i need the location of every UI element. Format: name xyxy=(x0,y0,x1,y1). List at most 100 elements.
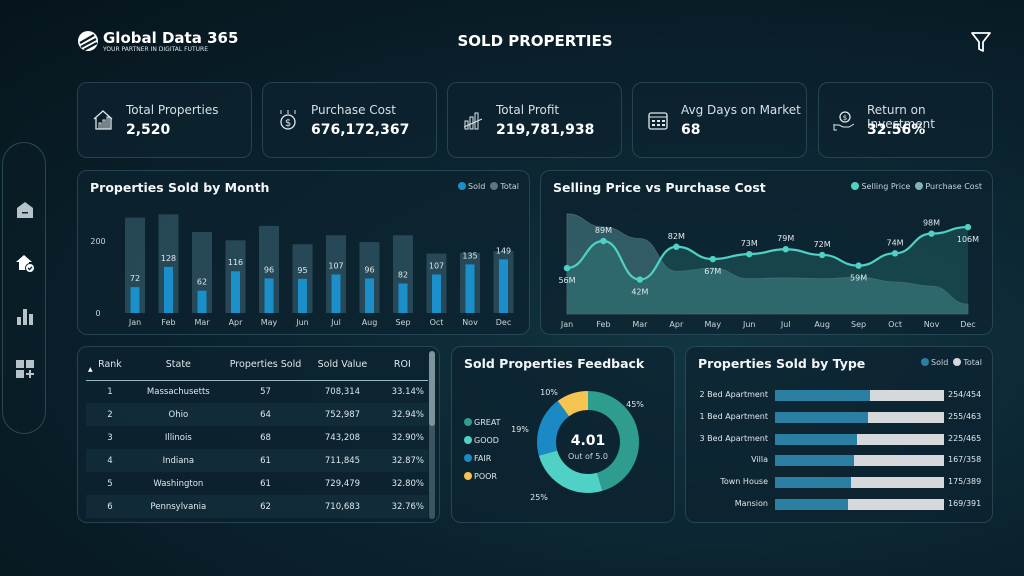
home-check-icon[interactable] xyxy=(15,253,35,273)
kpi-value: 2,520 xyxy=(126,122,171,138)
table-row[interactable]: 4 Indiana 61 711,845 32.87% xyxy=(86,449,428,472)
type-bar-total[interactable] xyxy=(775,477,944,489)
sidebar-nav xyxy=(2,142,46,434)
cell-state: Indiana xyxy=(133,449,223,472)
chart-title: Properties Sold by Type xyxy=(698,356,866,371)
selling-point-Jun[interactable] xyxy=(746,250,753,258)
table-row[interactable]: 3 Illinois 68 743,208 32.90% xyxy=(86,426,428,449)
data-label: 79M xyxy=(777,234,794,243)
state-ranking-table-panel: Rank State Properties Sold Sold Value ROI 1 M… xyxy=(77,346,440,523)
chart-legend: Sold Total xyxy=(921,358,982,367)
kpi-value: 68 xyxy=(681,122,701,138)
feedback-panel: Sold Properties Feedback 45% 25% 19% 10% GRE… xyxy=(451,346,675,523)
cell-rank: 5 xyxy=(107,478,113,489)
type-value: 169/391 xyxy=(948,499,982,508)
x-tick-label: Sep xyxy=(851,320,866,329)
bar-sold-Dec[interactable] xyxy=(499,259,508,313)
x-tick-label: Sep xyxy=(395,318,410,327)
x-tick-label: Jun xyxy=(295,318,309,327)
type-bar-sold xyxy=(775,390,870,401)
bar-sold-Feb[interactable] xyxy=(164,266,173,313)
sort-ascending-icon[interactable]: ▲ xyxy=(88,366,93,373)
bar-sold-Jun[interactable] xyxy=(298,278,307,313)
cell-rank: 2 xyxy=(86,403,134,426)
selling-point-Aug[interactable] xyxy=(818,251,826,259)
selling-point-Nov[interactable] xyxy=(928,230,935,237)
column-header-rank[interactable]: Rank xyxy=(86,350,134,381)
x-tick-label: May xyxy=(261,318,278,327)
selling-point-Oct[interactable] xyxy=(891,250,899,257)
bar-sold-Sep[interactable] xyxy=(398,283,408,313)
data-label: 96 xyxy=(364,265,374,274)
x-tick-label: Jan xyxy=(128,318,141,327)
y-tick-label: 0 xyxy=(95,309,100,318)
area-line-chart: 56M Jan 89M Feb 42M Mar 82M Apr 67M May 73M Jun 79M J… xyxy=(558,213,979,329)
bar-sold-Jul[interactable] xyxy=(331,274,341,313)
data-label: 107 xyxy=(328,261,343,270)
cell-roi: 32.87% xyxy=(376,449,428,472)
data-label: 67M xyxy=(704,267,721,276)
selling-point-Sep[interactable] xyxy=(855,262,862,269)
column-header-state[interactable]: State xyxy=(133,350,223,381)
x-tick-label: Dec xyxy=(496,318,511,327)
selling-point-Dec[interactable] xyxy=(964,223,972,231)
column-header-roi[interactable]: ROI xyxy=(376,350,428,381)
x-tick-label: Oct xyxy=(430,318,444,327)
bar-sold-Aug[interactable] xyxy=(365,278,374,313)
table-row[interactable]: 6 Pennsylvania 62 710,683 32.76% xyxy=(86,495,428,518)
x-tick-label: Aug xyxy=(814,320,830,329)
type-bar-total[interactable] xyxy=(775,433,944,445)
type-value: 225/465 xyxy=(948,433,982,443)
home-icon[interactable] xyxy=(15,200,35,220)
data-label: 74M xyxy=(887,238,904,247)
x-tick-label: Apr xyxy=(229,318,244,327)
calendar-icon xyxy=(648,112,668,130)
slice-label: 19% xyxy=(511,425,529,434)
type-bar-sold xyxy=(775,411,869,423)
kpi-label: Purchase Cost xyxy=(311,103,396,117)
table-scrollbar[interactable] xyxy=(429,351,435,519)
selling-point-May[interactable] xyxy=(709,255,716,263)
x-tick-label: Feb xyxy=(161,318,175,327)
selling-point-Jul[interactable] xyxy=(782,246,789,253)
legend-fair: FAIR xyxy=(474,454,492,463)
selling-point-Jan[interactable] xyxy=(563,264,571,272)
add-widget-icon[interactable] xyxy=(15,359,35,379)
bar-sold-Nov[interactable] xyxy=(465,264,475,313)
x-tick-label: Jul xyxy=(780,320,791,329)
bar-sold-Apr[interactable] xyxy=(231,271,240,313)
column-header-properties-sold[interactable]: Properties Sold xyxy=(222,350,309,381)
data-label: 96 xyxy=(264,265,274,274)
bar-sold-Jan[interactable] xyxy=(130,287,140,313)
selling-point-Feb[interactable] xyxy=(600,237,607,245)
kpi-value: 219,781,938 xyxy=(496,122,595,138)
legend-poor: POOR xyxy=(474,472,497,481)
type-bar-sold xyxy=(775,499,849,510)
cell-rank: 6 xyxy=(86,495,134,518)
selling-point-Apr[interactable] xyxy=(673,243,680,250)
bar-sold-Oct[interactable] xyxy=(432,274,441,313)
type-label: Villa xyxy=(751,455,768,465)
cell-roi: 32.94% xyxy=(376,403,428,426)
x-tick-label: Nov xyxy=(924,320,940,329)
properties-by-type-panel: Properties Sold by Type Sold Total 2 Bed … xyxy=(685,346,993,523)
selling-point-Mar[interactable] xyxy=(636,276,644,283)
cell-roi: 32.76% xyxy=(376,495,428,518)
column-header-sold-value[interactable]: Sold Value xyxy=(308,350,377,381)
type-bar-total[interactable] xyxy=(775,411,944,423)
type-bar-total[interactable] xyxy=(775,455,944,467)
type-bar-total[interactable] xyxy=(775,499,944,510)
table-row[interactable]: 1 Massachusetts 57 708,314 33.14% xyxy=(86,380,428,403)
bar-sold-May[interactable] xyxy=(264,278,274,313)
table-row[interactable]: 5 Washington 61 729,479 32.80% xyxy=(86,472,428,495)
type-value: 255/463 xyxy=(948,411,982,421)
x-tick-label: Aug xyxy=(362,318,378,327)
bar-sold-Mar[interactable] xyxy=(197,290,207,313)
filter-icon[interactable] xyxy=(970,30,992,54)
bar-chart-icon[interactable] xyxy=(15,306,35,326)
table-row[interactable]: 2 Ohio 64 752,987 32.94% xyxy=(86,403,428,426)
legend-sold: Sold xyxy=(931,358,949,367)
type-bar-total[interactable] xyxy=(775,390,944,401)
cell-rank: 3 xyxy=(107,432,113,443)
slice-label: 45% xyxy=(626,400,644,409)
